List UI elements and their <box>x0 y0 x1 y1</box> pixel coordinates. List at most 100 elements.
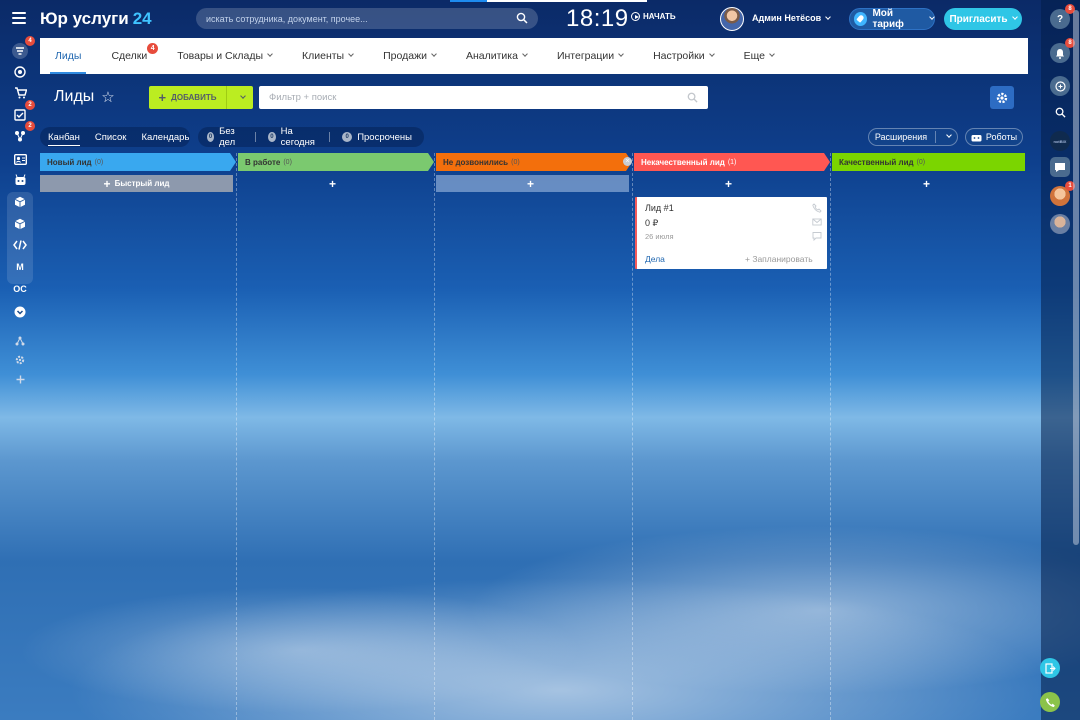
chevron-down-icon <box>1011 14 1018 20</box>
view-tab-kanban[interactable]: Канбан <box>48 132 80 146</box>
nav-label: Интеграции <box>556 50 615 62</box>
nav-item-clients[interactable]: Клиенты <box>287 38 368 74</box>
nav-item-leads[interactable]: Лиды <box>40 38 96 74</box>
clock-accent-line-light <box>487 0 647 2</box>
bell-icon[interactable]: 8 <box>1050 38 1075 63</box>
add-lead-button[interactable]: + <box>634 175 827 192</box>
column-header[interactable]: Качественный лид (0) <box>832 153 1025 171</box>
call-button[interactable] <box>1040 692 1060 712</box>
nav-item-analytics[interactable]: Аналитика <box>451 38 542 74</box>
lead-price: 0 ₽ <box>645 218 659 228</box>
nav-badge: 4 <box>147 43 159 54</box>
plan-activity-link[interactable]: + Запланировать <box>745 254 813 264</box>
help-icon[interactable]: ? 8 <box>1050 4 1075 29</box>
column-header[interactable]: Не дозвонились (0) <box>436 153 632 171</box>
user-menu[interactable]: Админ Нетёсов <box>752 13 832 23</box>
sidebar-badge: 2 <box>25 100 35 110</box>
activity-counters: 0 Без дел 0 На сегодня 0 Просрочены <box>198 126 424 148</box>
structure-icon[interactable] <box>10 331 30 351</box>
search-icon[interactable] <box>687 92 698 103</box>
nav-item-integrations[interactable]: Интеграции <box>542 38 638 74</box>
counter-no-deals[interactable]: 0 Без дел <box>207 126 243 148</box>
chevron-down-icon <box>708 51 715 57</box>
chat-icon[interactable] <box>812 231 822 241</box>
column-header[interactable]: Новый лид (0) <box>40 153 236 171</box>
chevron-down-circle-icon[interactable] <box>10 302 30 322</box>
user-avatar[interactable]: 1 <box>1050 181 1075 206</box>
user-avatar[interactable] <box>720 7 744 31</box>
extensions-button[interactable]: Расширения <box>868 128 958 146</box>
add-dropdown[interactable] <box>227 92 253 100</box>
star-icon[interactable]: ☆ <box>101 88 114 106</box>
global-search-input[interactable] <box>206 13 506 24</box>
nav-item-sales[interactable]: Продажи <box>368 38 451 74</box>
target-icon[interactable] <box>10 62 30 82</box>
oc-icon[interactable]: OC <box>10 279 30 299</box>
robots-label: Роботы <box>985 132 1018 142</box>
page-title-text: Лиды <box>54 88 95 105</box>
lead-title[interactable]: Лид #1 <box>645 203 674 213</box>
start-workday-button[interactable]: НАЧАТЬ <box>631 12 676 21</box>
page-title: Лиды ☆ <box>54 88 115 106</box>
user-avatar[interactable] <box>1050 214 1070 234</box>
robot-icon[interactable] <box>10 170 30 190</box>
column-title: Не дозвонились <box>443 157 509 167</box>
search-icon[interactable] <box>516 12 528 24</box>
plus-icon: + <box>328 176 336 191</box>
chevron-down-icon <box>267 51 273 57</box>
package-icon[interactable] <box>10 214 30 234</box>
filter-search[interactable] <box>259 86 708 109</box>
menu-burger-icon[interactable] <box>12 12 26 24</box>
global-search[interactable] <box>196 8 538 29</box>
code-icon[interactable] <box>10 235 30 255</box>
nav-item-goods[interactable]: Товары и Склады <box>162 38 287 74</box>
portal-logo[interactable]: Юр услуги 24 <box>40 9 152 29</box>
app-avatar[interactable]: notBIX <box>1050 131 1070 151</box>
kanban-column-new: Новый лид (0) + Быстрый лид <box>40 153 236 720</box>
lead-card[interactable]: Лид #1 0 ₽ 26 июля Дела + Запланировать <box>635 197 827 269</box>
nav-label: Настройки <box>653 50 705 62</box>
extensions-label: Расширения <box>874 132 928 142</box>
nav-item-more[interactable]: Еще <box>729 38 789 74</box>
gear-icon[interactable] <box>10 350 30 370</box>
view-tab-list[interactable]: Список <box>95 132 127 143</box>
quick-lead-button[interactable]: + Быстрый лид <box>40 175 233 192</box>
lead-date: 26 июля <box>645 232 674 241</box>
phone-icon[interactable] <box>1050 76 1070 96</box>
contact-card-icon[interactable] <box>10 149 30 169</box>
settings-button[interactable] <box>990 86 1014 109</box>
add-button[interactable]: + ДОБАВИТЬ <box>149 86 253 109</box>
chat-icon[interactable] <box>1050 157 1070 177</box>
column-header[interactable]: Некачественный лид (1) <box>634 153 830 171</box>
menu-filter-icon[interactable]: 4 <box>10 36 35 61</box>
brand-name: Юр услуги <box>40 9 129 28</box>
column-header[interactable]: В работе (0) <box>238 153 434 171</box>
mail-icon[interactable] <box>812 217 822 227</box>
my-tariff-button[interactable]: Мой тариф <box>849 8 935 30</box>
network-icon[interactable]: 2 <box>10 121 35 146</box>
filter-search-input[interactable] <box>269 92 669 103</box>
robots-button[interactable]: Роботы <box>965 128 1023 146</box>
counter-overdue[interactable]: 0 Просрочены <box>342 132 412 143</box>
add-lead-button[interactable]: + <box>238 175 431 192</box>
chevron-down-icon <box>825 14 832 20</box>
search-icon[interactable] <box>1050 102 1070 122</box>
scrollbar-thumb[interactable] <box>1073 10 1079 545</box>
lead-activities-link[interactable]: Дела <box>645 254 665 264</box>
m-icon[interactable]: M <box>10 257 30 277</box>
counter-today[interactable]: 0 На сегодня <box>268 126 317 148</box>
invite-button[interactable]: Пригласить <box>944 8 1022 30</box>
nav-item-deals[interactable]: Сделки 4 <box>96 38 162 74</box>
view-tab-calendar[interactable]: Календарь <box>141 132 189 143</box>
box-icon[interactable] <box>10 192 30 212</box>
add-lead-button[interactable]: + <box>436 175 629 192</box>
close-icon[interactable]: × <box>623 157 632 166</box>
nav-item-settings[interactable]: Настройки <box>638 38 729 74</box>
add-lead-button[interactable]: + <box>832 175 1025 192</box>
add-button-main[interactable]: + ДОБАВИТЬ <box>149 86 227 109</box>
scrollbar[interactable] <box>1072 0 1080 720</box>
phone-icon[interactable] <box>812 203 822 213</box>
nav-label: Товары и Склады <box>177 50 263 62</box>
open-lines-button[interactable] <box>1040 658 1060 678</box>
plus-icon[interactable] <box>10 369 30 389</box>
